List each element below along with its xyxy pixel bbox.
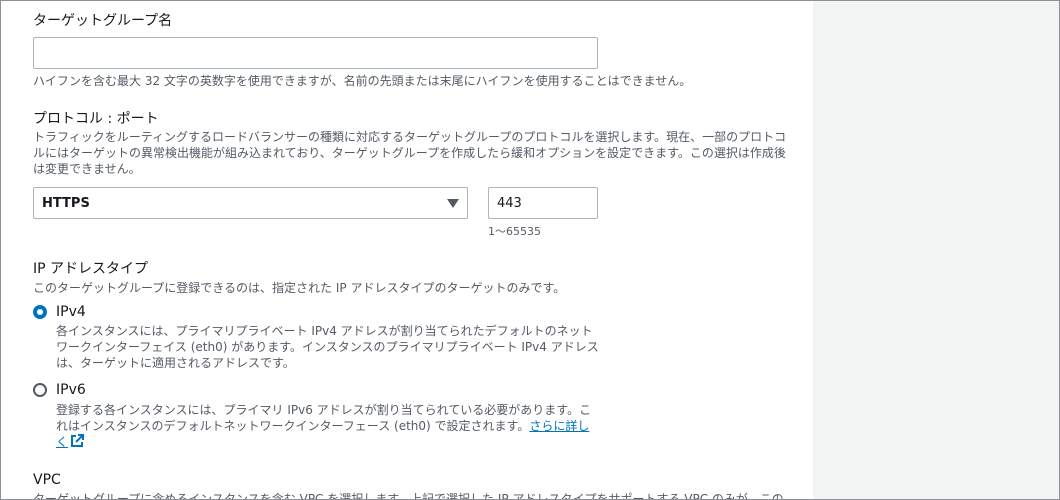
side-panel [813,1,1059,499]
external-link-icon[interactable] [70,434,85,452]
learn-more-link-continuation: く [56,434,591,452]
ipv6-radio-label[interactable]: IPv6 [56,381,86,399]
form-panel: ターゲットグループ名 ハイフンを含む最大 32 文字の英数字を使用できますが、名… [1,1,814,499]
ipv6-radio[interactable] [33,383,47,397]
protocol-port-description: トラフィックをルーティングするロードバランサーの種類に対応するターゲットグループ… [33,129,793,177]
ip-address-type-label: IP アドレスタイプ [33,261,149,277]
target-group-name-label: ターゲットグループ名 [33,13,173,29]
vpc-label: VPC [33,472,61,488]
ipv6-description: 登録する各インスタンスには、プライマリ IPv6 アドレスが割り当てられている必… [56,402,591,452]
ipv6-description-line: 登録する各インスタンスには、プライマリ IPv6 アドレスが割り当てられている必… [56,403,592,417]
ip-address-type-description: このターゲットグループに登録できるのは、指定された IP アドレスタイプのターゲ… [33,281,566,295]
protocol-port-description-line: は変更できません。 [33,162,141,176]
port-constraint-text: 1〜65535 [488,225,541,238]
ipv4-description-line: 各インスタンスには、プライマリプライベート IPv4 アドレスが割り当てられたデ… [56,324,593,338]
window-frame: ターゲットグループ名 ハイフンを含む最大 32 文字の英数字を使用できますが、名… [0,0,1060,500]
protocol-port-label: プロトコル : ポート [33,111,159,127]
protocol-port-description-line: トラフィックをルーティングするロードバランサーの種類に対応するターゲットグループ… [33,130,787,144]
protocol-select[interactable]: HTTPS [33,187,468,219]
protocol-select-value: HTTPS [42,195,90,211]
target-group-name-help: ハイフンを含む最大 32 文字の英数字を使用できますが、名前の先頭または末尾にハ… [33,74,692,88]
ipv4-description-line: は、ターゲットに適用されるアドレスです。 [56,356,295,370]
ipv4-description-line: ワークインターフェイス (eth0) があります。インスタンスのプライマリプライ… [56,340,599,354]
learn-more-link[interactable]: さらに詳し [529,419,589,433]
ipv4-radio-label[interactable]: IPv4 [56,303,86,321]
caret-down-icon [447,198,459,208]
ipv4-radio[interactable] [33,305,47,319]
ipv6-description-line-with-link: れはインスタンスのデフォルトネットワークインターフェース (eth0) で設定さ… [56,418,591,434]
learn-more-link-end[interactable]: く [56,435,68,449]
port-input[interactable] [488,187,598,219]
ipv6-description-text: れはインスタンスのデフォルトネットワークインターフェース (eth0) で設定さ… [56,419,530,433]
ipv4-description: 各インスタンスには、プライマリプライベート IPv4 アドレスが割り当てられたデ… [56,323,599,371]
vpc-description: ターゲットグループに含めるインスタンスを含む VPC を選択します。上記で選択し… [33,492,784,500]
protocol-port-description-line: ルにはターゲットの異常検出機能が組み込まれており、ターゲットグループを作成したら… [33,146,786,160]
target-group-name-input[interactable] [33,37,598,69]
